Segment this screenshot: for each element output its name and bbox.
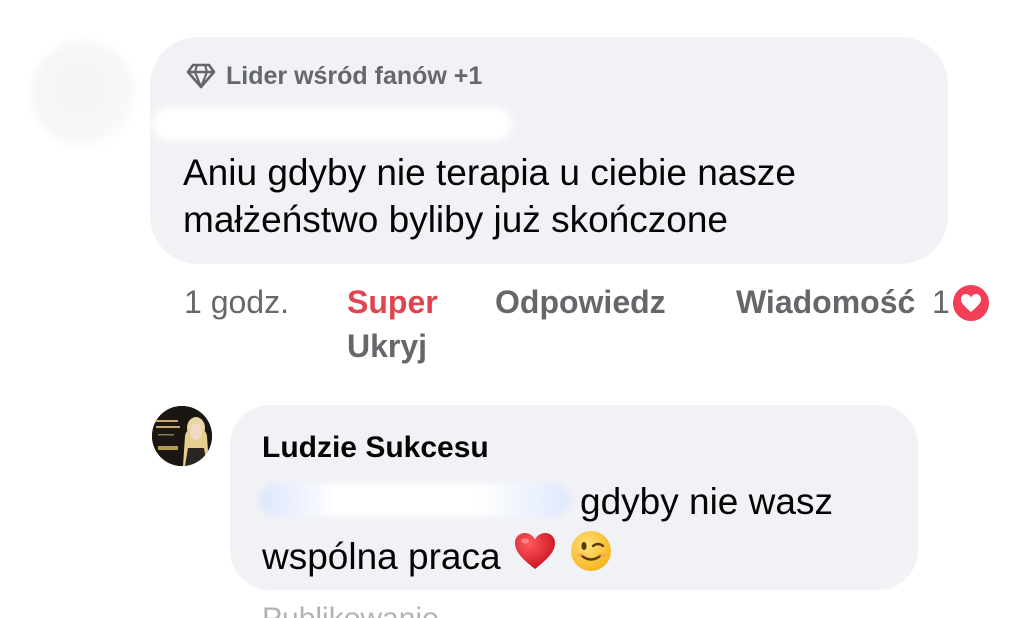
- reply-bubble: Ludzie Sukcesu gdyby nie wasz wspólna pr…: [230, 405, 918, 590]
- heart-reaction-icon[interactable]: [950, 282, 992, 324]
- comment-bubble: Lider wśród fanów +1 Aniu gdyby nie tera…: [150, 37, 948, 264]
- commenter-avatar[interactable]: [30, 40, 138, 148]
- page-avatar[interactable]: [152, 406, 212, 466]
- comment-text: Aniu gdyby nie terapia u ciebie nasze ma…: [183, 152, 796, 240]
- reply-author-name[interactable]: Ludzie Sukcesu: [262, 430, 489, 466]
- publishing-status: Publikowanie...: [262, 601, 464, 618]
- reply-text-line-2: wspólna praca: [262, 535, 501, 577]
- reply-button[interactable]: Odpowiedz: [495, 282, 666, 322]
- super-reaction-button[interactable]: Super: [347, 282, 438, 322]
- diamond-icon: [186, 63, 216, 89]
- winking-face-emoji: [569, 529, 613, 584]
- reaction-count[interactable]: 1: [932, 282, 950, 322]
- comments-thread: Lider wśród fanów +1 Aniu gdyby nie tera…: [0, 0, 1024, 618]
- message-button[interactable]: Wiadomość: [736, 282, 915, 322]
- redacted-mention[interactable]: [260, 483, 570, 517]
- hide-button[interactable]: Ukryj: [347, 326, 427, 366]
- comment-actions: 1 godz. Super Odpowiedz Wiadomość 1 Ukry…: [184, 282, 1004, 372]
- comment-timestamp[interactable]: 1 godz.: [184, 282, 289, 322]
- reply-text-line-1: gdyby nie wasz: [580, 481, 833, 522]
- badge-label: Lider wśród fanów +1: [226, 62, 483, 90]
- redacted-commenter-name[interactable]: [152, 107, 512, 141]
- red-heart-emoji: [513, 531, 557, 582]
- reply-text-line-2-row: wspólna praca: [262, 529, 613, 584]
- top-fan-badge[interactable]: Lider wśród fanów +1: [186, 61, 482, 91]
